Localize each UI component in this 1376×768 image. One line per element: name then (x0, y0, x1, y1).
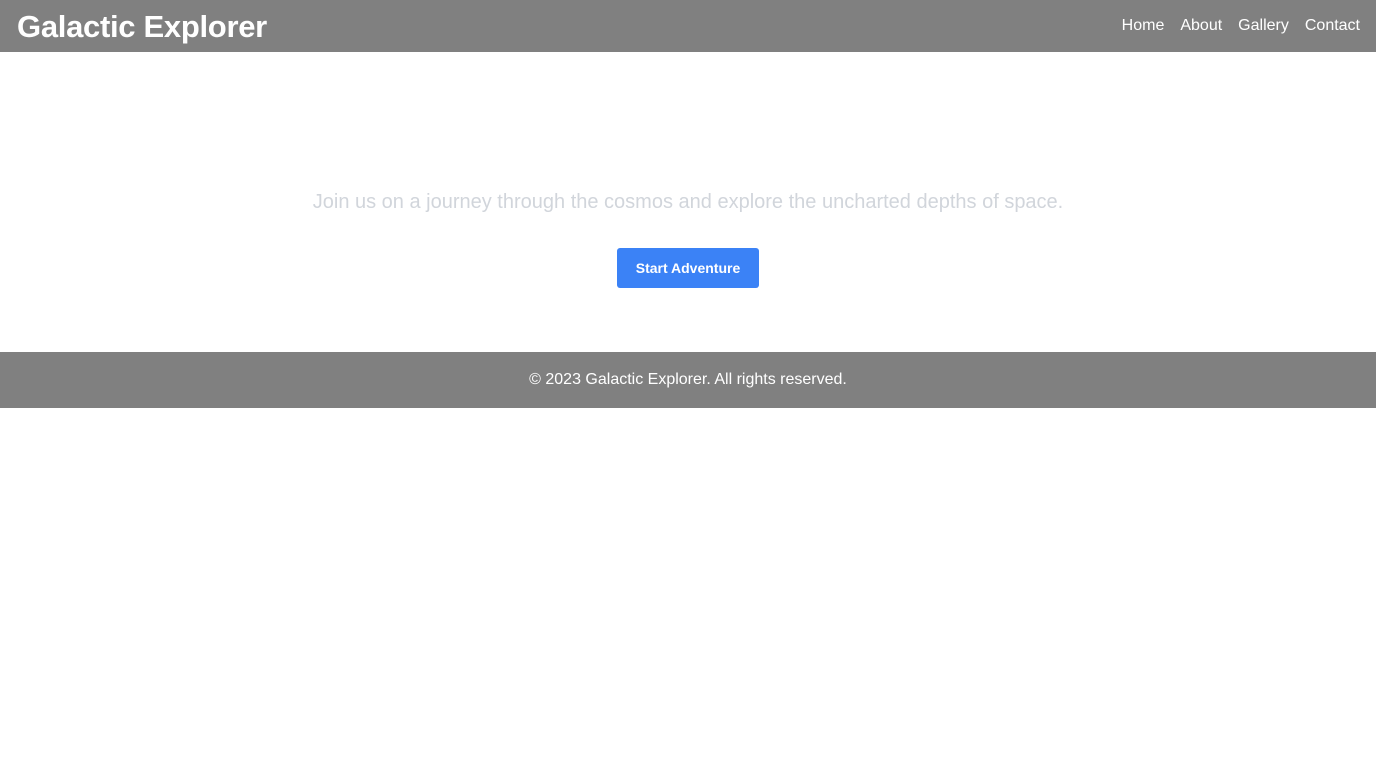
nav-link-home[interactable]: Home (1122, 18, 1165, 34)
copyright-text: © 2023 Galactic Explorer. All rights res… (529, 371, 847, 388)
main-nav: Home About Gallery Contact (1122, 18, 1360, 34)
hero-section: Join us on a journey through the cosmos … (0, 52, 1376, 352)
site-header: Galactic Explorer Home About Gallery Con… (0, 0, 1376, 52)
start-adventure-button[interactable]: Start Adventure (617, 248, 759, 288)
site-logo-title[interactable]: Galactic Explorer (17, 11, 267, 42)
nav-link-about[interactable]: About (1180, 18, 1222, 34)
site-footer: © 2023 Galactic Explorer. All rights res… (0, 352, 1376, 408)
nav-link-gallery[interactable]: Gallery (1238, 18, 1289, 34)
nav-link-contact[interactable]: Contact (1305, 18, 1360, 34)
hero-tagline: Join us on a journey through the cosmos … (312, 191, 1064, 213)
